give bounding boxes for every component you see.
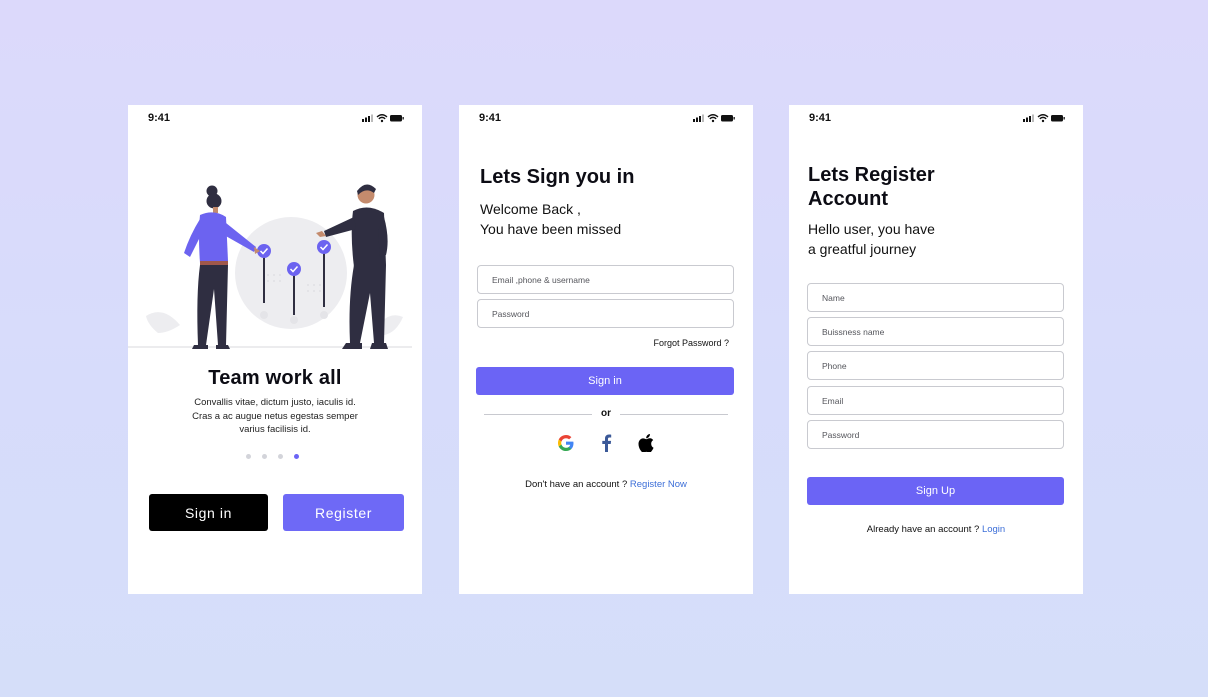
subtitle-line: Welcome Back , <box>480 201 581 217</box>
forgot-password-link[interactable]: Forgot Password ? <box>653 338 729 348</box>
divider-or: or <box>601 408 611 419</box>
status-icons <box>362 114 404 123</box>
email-input[interactable] <box>477 265 734 294</box>
password-input[interactable] <box>477 299 734 328</box>
check-icon <box>287 262 301 276</box>
wifi-icon <box>1037 114 1049 123</box>
email-input[interactable] <box>807 386 1064 415</box>
sign-in-screen: 9:41 Lets Sign you in Welcome Back , You… <box>459 105 753 594</box>
name-input[interactable] <box>807 283 1064 312</box>
title-line: Lets Register <box>808 164 935 186</box>
apple-icon[interactable] <box>636 433 656 453</box>
status-time: 9:41 <box>809 112 832 124</box>
subtitle-line: You have been missed <box>480 221 622 237</box>
title-line: Account <box>808 188 888 210</box>
sign-up-button[interactable]: Sign Up <box>807 477 1064 505</box>
page-subtitle: Welcome Back , You have been missed <box>480 199 621 239</box>
page-subtitle: Hello user, you have a greatful journey <box>808 219 935 259</box>
description-line: Cras a ac augue netus egestas semper <box>192 410 358 422</box>
subtitle-line: a greatful journey <box>808 241 917 257</box>
register-button[interactable]: Register <box>283 494 404 531</box>
status-icons <box>1023 114 1065 123</box>
divider-line <box>484 414 592 415</box>
login-prompt-text: Already have an account ? <box>866 524 980 535</box>
register-now-link[interactable]: Register Now <box>630 479 687 490</box>
battery-icon <box>721 115 735 122</box>
battery-icon <box>390 115 404 122</box>
description-line: Convallis vitae, dictum justo, iaculis i… <box>194 397 356 408</box>
register-screen: 9:41 Lets Register Account Hello user, y… <box>789 105 1083 594</box>
onboarding-description: Convallis vitae, dictum justo, iaculis i… <box>168 396 382 437</box>
pagination-dot[interactable] <box>246 454 251 459</box>
status-time: 9:41 <box>479 112 502 124</box>
phone-input[interactable] <box>807 351 1064 380</box>
pagination-dot-active[interactable] <box>294 454 299 459</box>
signal-icon <box>1023 114 1034 122</box>
status-icons <box>693 114 735 123</box>
signal-icon <box>362 114 373 122</box>
check-icon <box>317 240 331 254</box>
onboarding-screen: 9:41 Team work all Convallis vitae, dict… <box>128 105 422 594</box>
page-title: Lets Sign you in <box>480 166 635 188</box>
pagination-dot[interactable] <box>262 454 267 459</box>
business-name-input[interactable] <box>807 317 1064 346</box>
pagination-dot[interactable] <box>278 454 283 459</box>
register-prompt-text: Don't have an account ? <box>525 479 628 490</box>
login-link[interactable]: Login <box>982 524 1005 535</box>
description-line: varius facilisis id. <box>239 424 311 435</box>
sign-in-submit-button[interactable]: Sign in <box>476 367 734 395</box>
teamwork-illustration <box>128 184 412 349</box>
sign-in-button[interactable]: Sign in <box>149 494 268 531</box>
wifi-icon <box>707 114 719 123</box>
status-time: 9:41 <box>148 112 171 124</box>
signal-icon <box>693 114 704 122</box>
page-title: Lets Register Account <box>808 163 935 211</box>
google-icon[interactable] <box>556 433 576 453</box>
subtitle-line: Hello user, you have <box>808 221 935 237</box>
facebook-icon[interactable] <box>596 433 616 453</box>
wifi-icon <box>376 114 388 123</box>
register-prompt: Don't have an account ? Register Now <box>459 479 753 490</box>
divider-line <box>620 414 728 415</box>
login-prompt: Already have an account ? Login <box>789 524 1083 535</box>
onboarding-title: Team work all <box>208 367 342 389</box>
battery-icon <box>1051 115 1065 122</box>
password-input[interactable] <box>807 420 1064 449</box>
pagination-dots <box>246 454 306 462</box>
